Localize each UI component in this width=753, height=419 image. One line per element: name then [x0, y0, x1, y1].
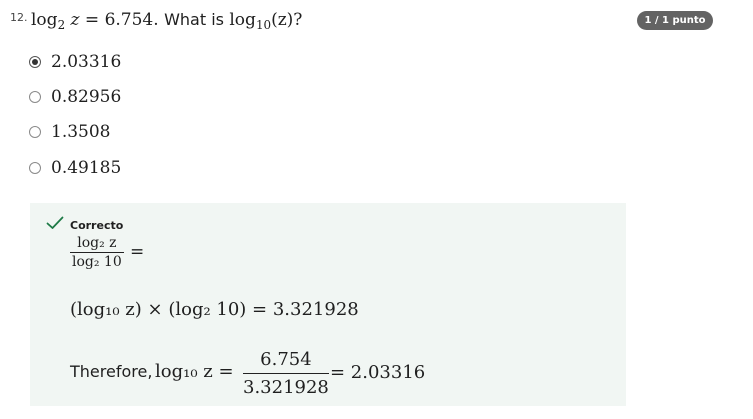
radio-icon[interactable]: [29, 91, 41, 103]
option-3[interactable]: 1.3508: [29, 122, 110, 142]
question-arg: (z)?: [271, 10, 303, 30]
explanation-line: (log₁₀ z) × (log₂ 10) = 3.321928: [70, 299, 359, 320]
option-label: 2.03316: [51, 52, 122, 72]
option-label: 1.3508: [51, 122, 111, 142]
log-base-2: 2: [57, 18, 66, 33]
question-value: = 6.754.: [84, 10, 159, 30]
question-text: log2 z = 6.754. What is log10(z)?: [31, 10, 303, 33]
option-4[interactable]: 0.49185: [29, 158, 121, 178]
option-label: 0.82956: [51, 87, 122, 107]
question-ask: What is: [164, 10, 224, 29]
fraction-result: 6.754 3.321928: [243, 349, 329, 398]
fraction-denominator: log₂ 10: [72, 254, 122, 270]
result-value: = 2.03316: [330, 362, 426, 383]
variable-z: z: [70, 10, 80, 30]
option-1[interactable]: 2.03316: [29, 52, 121, 72]
equals-sign: =: [130, 242, 145, 262]
fraction-log-ratio: log₂ z log₂ 10: [70, 235, 124, 270]
therefore-log: log₁₀ z =: [155, 361, 234, 382]
fraction-numerator: 6.754: [260, 349, 312, 370]
radio-icon[interactable]: [29, 126, 41, 138]
radio-icon[interactable]: [29, 162, 41, 174]
fraction-denominator: 3.321928: [243, 377, 329, 398]
log-word: log: [31, 10, 58, 30]
fraction-numerator: log₂ z: [77, 235, 117, 251]
log-base-10: 10: [255, 18, 272, 33]
status-correct: Correcto: [70, 219, 124, 232]
radio-selected-icon[interactable]: [29, 56, 41, 68]
log-word-2: log: [229, 10, 256, 30]
check-icon: [46, 216, 64, 229]
option-2[interactable]: 0.82956: [29, 87, 121, 107]
question-number: 12.: [10, 11, 28, 24]
therefore-text: Therefore,: [70, 362, 153, 381]
option-label: 0.49185: [51, 158, 122, 178]
score-badge: 1 / 1 punto: [637, 11, 713, 30]
